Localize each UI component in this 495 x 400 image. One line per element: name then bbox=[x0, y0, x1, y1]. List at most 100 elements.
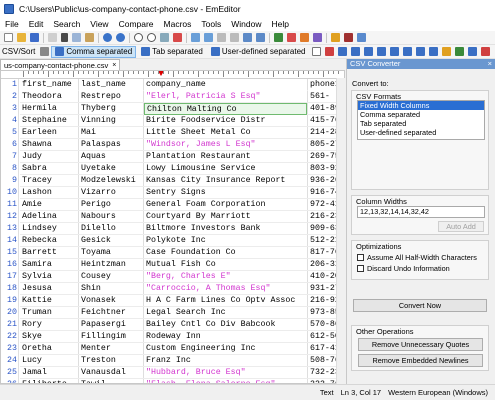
csv-mode-icon[interactable] bbox=[40, 47, 50, 56]
tab-separated-button[interactable]: Tab separated bbox=[138, 46, 206, 58]
sort-asc-icon[interactable] bbox=[351, 47, 361, 56]
table-cell[interactable]: Birite Foodservice Distr bbox=[144, 115, 307, 127]
table-cell[interactable]: Gesick bbox=[79, 235, 143, 247]
user-defined-separated-button[interactable]: User-defined separated bbox=[208, 46, 309, 58]
redo-icon[interactable] bbox=[116, 33, 125, 42]
sort-desc-icon[interactable] bbox=[364, 47, 374, 56]
outline-icon[interactable] bbox=[230, 33, 239, 42]
split-csv-icon[interactable] bbox=[429, 47, 439, 56]
table-cell[interactable]: Dilello bbox=[79, 223, 143, 235]
menu-file[interactable]: File bbox=[0, 19, 24, 29]
panel-close-icon[interactable]: × bbox=[488, 59, 495, 69]
remove-quotes-button[interactable]: Remove Unnecessary Quotes bbox=[358, 338, 483, 351]
table-cell[interactable]: General Foam Corporation bbox=[144, 199, 307, 211]
menu-edit[interactable]: Edit bbox=[24, 19, 49, 29]
discard-undo-checkbox[interactable]: Discard Undo Information bbox=[357, 264, 450, 273]
table-cell[interactable]: Bailey Cntl Co Div Babcook bbox=[144, 319, 307, 331]
new-file-icon[interactable] bbox=[4, 33, 13, 42]
insert-column-icon[interactable] bbox=[390, 47, 400, 56]
table-cell[interactable]: Fillingim bbox=[79, 331, 143, 343]
menu-help[interactable]: Help bbox=[267, 19, 294, 29]
stop-icon[interactable] bbox=[344, 33, 353, 42]
column-header[interactable]: last_name bbox=[79, 79, 143, 91]
table-cell[interactable]: Rebecka bbox=[20, 235, 78, 247]
menu-search[interactable]: Search bbox=[48, 19, 85, 29]
table-cell[interactable]: Vanausdal bbox=[79, 367, 143, 379]
cut-icon[interactable] bbox=[61, 33, 68, 42]
table-cell[interactable]: Polykote Inc bbox=[144, 235, 307, 247]
print-icon[interactable] bbox=[48, 33, 57, 42]
table-cell[interactable]: Skye bbox=[20, 331, 78, 343]
find-next-icon[interactable] bbox=[147, 33, 156, 42]
csv-converter-icon[interactable] bbox=[481, 47, 491, 56]
table-cell[interactable]: Treston bbox=[79, 355, 143, 367]
table-cell[interactable]: "Carroccio, A Thomas Esq" bbox=[144, 283, 307, 295]
table-cell[interactable]: Oretha bbox=[20, 343, 78, 355]
column-header[interactable]: company_name bbox=[144, 79, 307, 91]
open-folder-icon[interactable] bbox=[17, 33, 26, 42]
format-option-comma[interactable]: Comma separated bbox=[358, 110, 484, 119]
table-cell[interactable]: Shawna bbox=[20, 139, 78, 151]
table-cell[interactable]: Palaspas bbox=[79, 139, 143, 151]
table-cell[interactable]: H A C Farm Lines Co Optv Assoc bbox=[144, 295, 307, 307]
table-cell[interactable]: Little Sheet Metal Co bbox=[144, 127, 307, 139]
table-cell[interactable]: Modzelewski bbox=[79, 175, 143, 187]
format-option-user-defined[interactable]: User-defined separated bbox=[358, 128, 484, 137]
table-cell[interactable]: Perigo bbox=[79, 199, 143, 211]
table-cell[interactable]: Case Foundation Co bbox=[144, 247, 307, 259]
table-cell[interactable]: Mutual Fish Co bbox=[144, 259, 307, 271]
table-cell[interactable]: Biltmore Investors Bank bbox=[144, 223, 307, 235]
table-cell[interactable]: Courtyard By Marriott bbox=[144, 211, 307, 223]
highlight-icon[interactable] bbox=[331, 33, 340, 42]
table-cell[interactable]: Sabra bbox=[20, 163, 78, 175]
column-widths-input[interactable]: 12,13,32,14,14,32,42 bbox=[357, 206, 485, 218]
validate-icon[interactable] bbox=[455, 47, 465, 56]
table-cell[interactable]: Rory bbox=[20, 319, 78, 331]
filter-icon[interactable] bbox=[173, 33, 182, 42]
status-encoding[interactable]: Western European (Windows) bbox=[388, 388, 488, 397]
table-cell[interactable]: Lindsey bbox=[20, 223, 78, 235]
menu-tools[interactable]: Tools bbox=[196, 19, 226, 29]
table-cell[interactable]: Nabours bbox=[79, 211, 143, 223]
table-cell[interactable]: Thyberg bbox=[79, 103, 143, 115]
table-cell[interactable]: Sylvia bbox=[20, 271, 78, 283]
table-cell[interactable]: "Berg, Charles E" bbox=[144, 271, 307, 283]
split-window-icon[interactable] bbox=[204, 33, 213, 42]
table-cell[interactable]: Chilton Malting Co bbox=[144, 103, 307, 115]
table-cell[interactable]: Franz Inc bbox=[144, 355, 307, 367]
table-cell[interactable]: Earleen bbox=[20, 127, 78, 139]
table-cell[interactable]: Judy bbox=[20, 151, 78, 163]
remove-newlines-button[interactable]: Remove Embedded Newlines bbox=[358, 354, 483, 367]
record-macro-icon[interactable] bbox=[287, 33, 296, 42]
close-csv-icon[interactable] bbox=[325, 47, 335, 56]
table-cell[interactable]: Jamal bbox=[20, 367, 78, 379]
table-cell[interactable]: Tracey bbox=[20, 175, 78, 187]
paste-icon[interactable] bbox=[85, 33, 94, 42]
table-cell[interactable]: Aquas bbox=[79, 151, 143, 163]
table-cell[interactable]: Sentry Signs bbox=[144, 187, 307, 199]
replace-icon[interactable] bbox=[160, 33, 169, 42]
highlight-column-icon[interactable] bbox=[442, 47, 452, 56]
table-cell[interactable]: Feichtner bbox=[79, 307, 143, 319]
table-cell[interactable]: Vizarro bbox=[79, 187, 143, 199]
convert-now-button[interactable]: Convert Now bbox=[353, 299, 487, 312]
undo-icon[interactable] bbox=[103, 33, 112, 42]
column-mode-icon[interactable] bbox=[243, 33, 252, 42]
close-tab-icon[interactable]: × bbox=[112, 62, 116, 69]
table-cell[interactable]: Lowy Limousine Service bbox=[144, 163, 307, 175]
column-icon[interactable] bbox=[377, 47, 387, 56]
table-cell[interactable]: Toyama bbox=[79, 247, 143, 259]
auto-add-button[interactable]: Auto Add bbox=[438, 221, 484, 232]
table-cell[interactable]: "Windsor, James L Esq" bbox=[144, 139, 307, 151]
table-cell[interactable]: Barrett bbox=[20, 247, 78, 259]
table-cell[interactable]: Stephaine bbox=[20, 115, 78, 127]
csv-settings-icon[interactable] bbox=[468, 47, 478, 56]
table-cell[interactable]: Rodeway Inn bbox=[144, 331, 307, 343]
table-cell[interactable]: Papasergi bbox=[79, 319, 143, 331]
table-cell[interactable]: Uyetake bbox=[79, 163, 143, 175]
discard-undo-checkbox-box[interactable] bbox=[357, 265, 364, 272]
table-cell[interactable]: Restrepo bbox=[79, 91, 143, 103]
vertical-scrollbar[interactable] bbox=[336, 78, 345, 384]
compare-icon[interactable] bbox=[357, 33, 366, 42]
menu-window[interactable]: Window bbox=[226, 19, 266, 29]
